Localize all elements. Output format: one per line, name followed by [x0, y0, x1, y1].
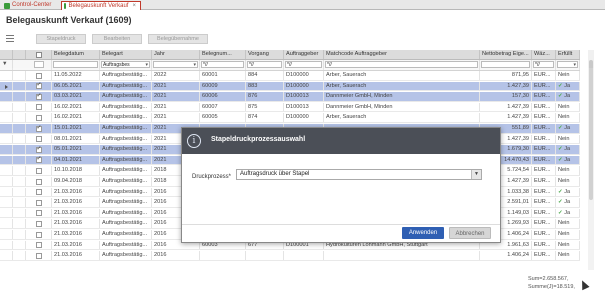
select-all-checkbox[interactable]: [26, 50, 52, 59]
col-erfuellt[interactable]: Erfüllt: [556, 50, 580, 59]
menu-icon[interactable]: [6, 35, 14, 42]
col-nettobetrag[interactable]: Nettobetrag Eige...: [480, 50, 532, 59]
tab-label: Control-Center: [12, 2, 52, 8]
col-jahr[interactable]: Jahr: [152, 50, 200, 59]
filter-jahr[interactable]: [153, 61, 198, 68]
app-icon: [4, 2, 10, 9]
col-belegdatum[interactable]: Belegdatum: [52, 50, 100, 59]
filter-nettobetrag[interactable]: [481, 61, 530, 68]
tab-label: Belegauskunft Verkauf: [68, 2, 129, 9]
cancel-button[interactable]: Abbrechen: [449, 227, 491, 239]
tab-belegauskunft[interactable]: Belegauskunft Verkauf ×: [61, 1, 141, 10]
druckprozess-value: Auftragsdruck über Stapel: [240, 171, 310, 177]
beleguebernahme-button[interactable]: Belegübernahme: [148, 34, 208, 44]
druckprozess-select[interactable]: Auftragsdruck über Stapel ▼: [236, 169, 482, 180]
col-waehrung[interactable]: Wäz...: [532, 50, 556, 59]
stapeldruck-button[interactable]: Stapeldruck: [36, 34, 86, 44]
filter-waehrung[interactable]: *//: [533, 61, 554, 68]
filter-checkbox-field[interactable]: [34, 61, 44, 68]
filter-vorgang[interactable]: *//: [247, 61, 282, 68]
col-matchcode[interactable]: Matchcode Auftraggeber: [324, 50, 480, 59]
header-empty: [13, 50, 26, 59]
header-row: Belegdatum Belegart Jahr Belegnum... Vor…: [0, 50, 580, 60]
apply-button[interactable]: Anwenden: [402, 227, 444, 239]
close-icon[interactable]: ×: [132, 2, 136, 11]
col-vorgang[interactable]: Vorgang: [246, 50, 284, 59]
page-title: Belegauskunft Verkauf (1609): [6, 15, 132, 25]
app-icon: [64, 3, 67, 9]
druckprozess-label: Druckprozess*: [192, 174, 232, 180]
filter-belegdatum[interactable]: [53, 61, 98, 68]
bearbeiten-button[interactable]: Bearbeiten: [92, 34, 142, 44]
dialog-title: Stapeldruckprozessauswahl: [211, 136, 306, 143]
dialog-header: i Stapeldruckprozessauswahl: [182, 128, 500, 154]
col-belegnummer[interactable]: Belegnum...: [200, 50, 246, 59]
tab-control-center[interactable]: Control-Center: [2, 1, 60, 10]
tab-bar: Control-Center Belegauskunft Verkauf ×: [0, 0, 605, 10]
filter-erfuellt[interactable]: [557, 61, 578, 68]
col-belegart[interactable]: Belegart: [100, 50, 152, 59]
filter-auftraggeber[interactable]: *//: [285, 61, 322, 68]
toolbar: Stapeldruck Bearbeiten Belegübernahme: [0, 32, 605, 46]
info-icon: i: [187, 134, 201, 148]
row-indicator-header: [0, 50, 13, 59]
chevron-down-icon[interactable]: ▼: [471, 170, 481, 179]
filter-belegart[interactable]: Auftragsbes: [101, 61, 150, 68]
checkbox[interactable]: [35, 51, 42, 58]
col-auftraggeber[interactable]: Auftraggeber: [284, 50, 324, 59]
stapeldruck-dialog: i Stapeldruckprozessauswahl Druckprozess…: [181, 127, 501, 243]
filter-belegnummer[interactable]: *//: [201, 61, 244, 68]
filter-matchcode[interactable]: *//: [325, 61, 478, 68]
